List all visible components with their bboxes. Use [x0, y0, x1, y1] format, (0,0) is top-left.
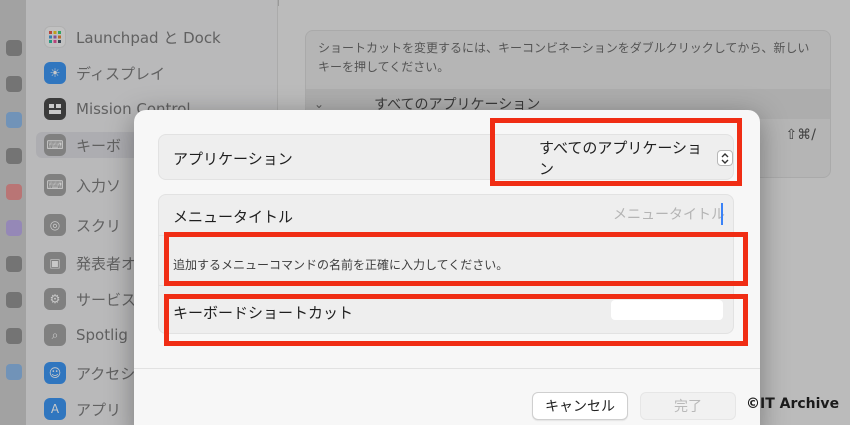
highlight-box-hint: [164, 232, 748, 286]
cancel-button[interactable]: キャンセル: [532, 392, 628, 420]
watermark: ©IT Archive: [746, 396, 840, 412]
menu-title-label: メニュータイトル: [173, 208, 294, 226]
text-caret: [721, 203, 723, 225]
menu-title-row: メニュータイトル: [159, 195, 735, 235]
highlight-box-keyboard-shortcut: [164, 294, 748, 346]
application-label: アプリケーション: [173, 150, 293, 168]
highlight-box-application: [490, 118, 742, 186]
dialog-divider: [134, 368, 760, 369]
done-button[interactable]: 完了: [640, 392, 736, 420]
menu-title-input[interactable]: [459, 203, 725, 227]
